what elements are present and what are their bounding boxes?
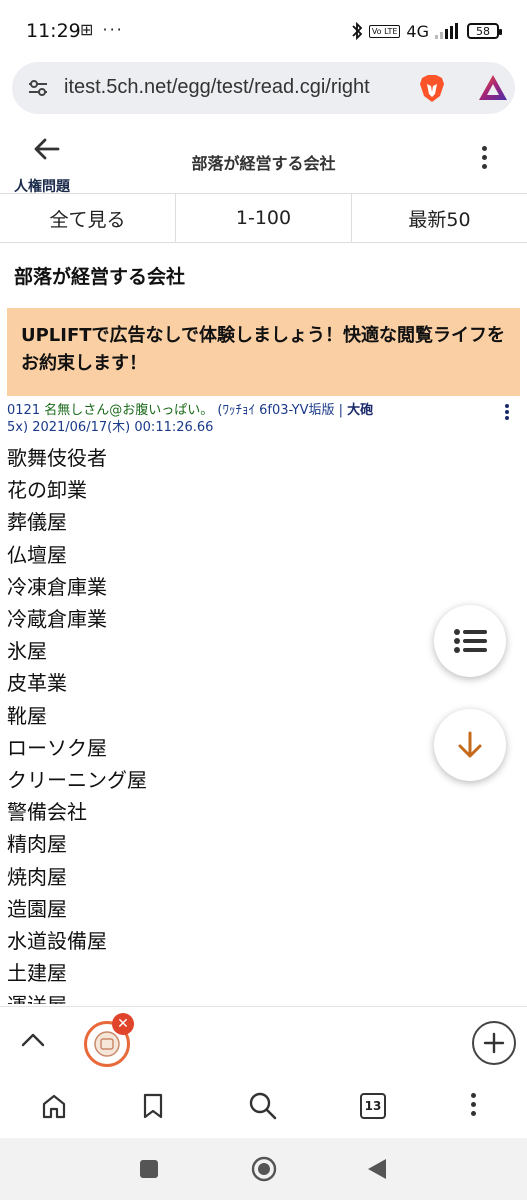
post-datetime: 2021/06/17(木) 00:11:26.66 — [32, 420, 214, 435]
post-line: 靴屋 — [7, 703, 47, 728]
post-line: 焼肉屋 — [7, 864, 67, 889]
volte-badge: Vo LTE — [368, 24, 401, 38]
post-body: 歌舞伎役者 花の卸業 葬儀屋 仏壇屋 冷凍倉庫業 冷蔵倉庫業 氷屋 皮革業 靴屋… — [7, 442, 427, 1004]
post-id-continuation: 5x) — [7, 420, 29, 435]
tab-1-100[interactable]: 1-100 — [176, 194, 352, 242]
tab-latest-50[interactable]: 最新50 — [352, 194, 527, 242]
status-right: Vo LTE 4G 58 — [351, 19, 502, 43]
page-header: 人権問題 部落が経営する会社 — [0, 124, 527, 195]
thread-title: 部落が経営する会社 — [14, 266, 186, 288]
close-tab-icon[interactable]: ✕ — [112, 1013, 134, 1035]
status-bar: 11:29 ⊞ ··· Vo LTE 4G 58 — [0, 0, 527, 60]
tune-icon[interactable] — [26, 76, 50, 100]
post-number[interactable]: 0121 — [7, 403, 40, 418]
network-type: 4G — [406, 21, 429, 41]
bluetooth-icon — [352, 22, 363, 40]
new-tab-button[interactable] — [472, 1021, 516, 1065]
post-line: 葬儀屋 — [7, 510, 67, 535]
browser-nav-row: 13 — [0, 1085, 527, 1125]
home-nav-button[interactable] — [249, 1154, 279, 1184]
post-line: 冷凍倉庫業 — [7, 574, 107, 599]
bookmark-icon[interactable] — [141, 1092, 165, 1120]
post-line: ローソク屋 — [7, 735, 107, 760]
post-id-info: (ﾜｯﾁｮｲ 6f03-YV垢版 — [217, 403, 335, 418]
tab-switcher-button[interactable]: 13 — [356, 1089, 390, 1123]
status-time: 11:29 — [26, 20, 81, 42]
url-text[interactable]: itest.5ch.net/egg/test/read.cgi/right — [64, 76, 409, 99]
triangle-back-icon[interactable] — [366, 1157, 388, 1181]
site-favicon-icon — [94, 1031, 120, 1057]
post-line: 警備会社 — [7, 800, 87, 825]
square-icon[interactable] — [138, 1158, 160, 1180]
post-separator: | — [338, 403, 343, 418]
recents-button[interactable] — [134, 1154, 164, 1184]
circle-icon[interactable] — [250, 1155, 278, 1183]
scroll-down-button[interactable] — [434, 709, 506, 781]
post-line: 造園屋 — [7, 896, 67, 921]
post-line: クリーニング屋 — [7, 768, 147, 793]
post-menu-icon[interactable] — [503, 404, 511, 424]
tab-count[interactable]: 13 — [360, 1093, 386, 1119]
battery-icon: 58 — [467, 23, 502, 39]
post-line: 仏壇屋 — [7, 542, 67, 567]
post-line: 水道設備屋 — [7, 929, 107, 954]
post-line: 歌舞伎役者 — [7, 446, 107, 470]
chevron-up-icon[interactable] — [20, 1029, 46, 1049]
browser-toolbar: ✕ 13 — [0, 1006, 527, 1136]
brave-rewards-triangle-icon[interactable] — [478, 74, 508, 102]
android-nav-bar — [0, 1138, 527, 1200]
back-nav-button[interactable] — [362, 1154, 392, 1184]
signal-icon — [435, 23, 458, 39]
range-tabs: 全て見る 1-100 最新50 — [0, 193, 527, 243]
post-line: 精肉屋 — [7, 832, 67, 857]
post-line: 氷屋 — [7, 639, 47, 664]
list-button[interactable] — [434, 605, 506, 677]
arrow-down-icon[interactable] — [457, 730, 483, 760]
post-line: 花の卸業 — [7, 478, 87, 503]
plus-icon[interactable] — [482, 1031, 506, 1055]
tab-all[interactable]: 全て見る — [0, 194, 176, 242]
cannon-link[interactable]: 大砲 — [347, 403, 373, 418]
browser-menu-icon[interactable] — [456, 1089, 490, 1123]
search-icon[interactable] — [248, 1091, 278, 1121]
header-title: 部落が経営する会社 — [191, 154, 336, 173]
search-button[interactable] — [246, 1089, 280, 1123]
home-icon[interactable] — [40, 1092, 68, 1120]
post-line: 冷蔵倉庫業 — [7, 607, 107, 632]
more-menu-icon[interactable] — [479, 146, 489, 174]
post-line: 皮革業 — [7, 671, 67, 696]
home-button[interactable] — [37, 1089, 71, 1123]
ad-banner[interactable]: UPLIFTで広告なしで体験しましょう！快適な閲覧ライフをお約束します！ — [7, 308, 520, 396]
notification-icons: ⊞ ··· — [80, 20, 124, 39]
post-header: 0121 名無しさん@お腹いっぱい。 (ﾜｯﾁｮｲ 6f03-YV垢版 | 大砲… — [7, 402, 487, 436]
post-author: 名無しさん@お腹いっぱい。 — [44, 403, 214, 418]
post-line: 土建屋 — [7, 961, 67, 986]
post-line: 運送屋 — [7, 989, 427, 1004]
bookmark-button[interactable] — [136, 1089, 170, 1123]
battery-level: 58 — [476, 24, 490, 38]
url-bar[interactable]: itest.5ch.net/egg/test/read.cgi/right — [12, 62, 515, 114]
list-icon[interactable] — [453, 628, 487, 654]
brave-lion-icon[interactable] — [416, 72, 448, 104]
